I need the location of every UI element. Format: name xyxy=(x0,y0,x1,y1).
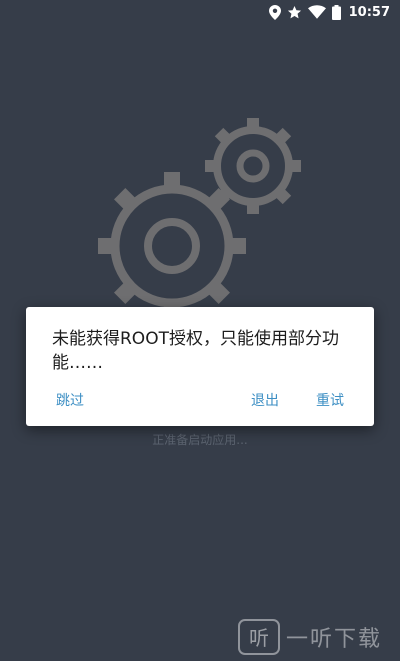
root-permission-dialog: 未能获得ROOT授权，只能使用部分功能…… 跳过 退出 重试 xyxy=(26,307,374,426)
wifi-icon xyxy=(307,5,326,19)
skip-button[interactable]: 跳过 xyxy=(56,390,84,410)
exit-button[interactable]: 退出 xyxy=(251,390,279,410)
dialog-message: 未能获得ROOT授权，只能使用部分功能…… xyxy=(52,329,339,373)
status-bar: 10:57 xyxy=(0,0,400,24)
location-icon xyxy=(268,4,281,20)
status-time: 10:57 xyxy=(348,4,390,20)
star-icon xyxy=(287,5,302,20)
retry-button[interactable]: 重试 xyxy=(316,390,344,410)
svg-text:听: 听 xyxy=(249,626,269,650)
watermark-text: 一听下载 xyxy=(286,627,383,652)
battery-icon xyxy=(331,4,341,20)
loading-text: 正准备启动应用... xyxy=(152,433,248,447)
watermark: 听 一听下载 xyxy=(238,619,382,655)
watermark-logo-icon: 听 xyxy=(238,619,280,655)
